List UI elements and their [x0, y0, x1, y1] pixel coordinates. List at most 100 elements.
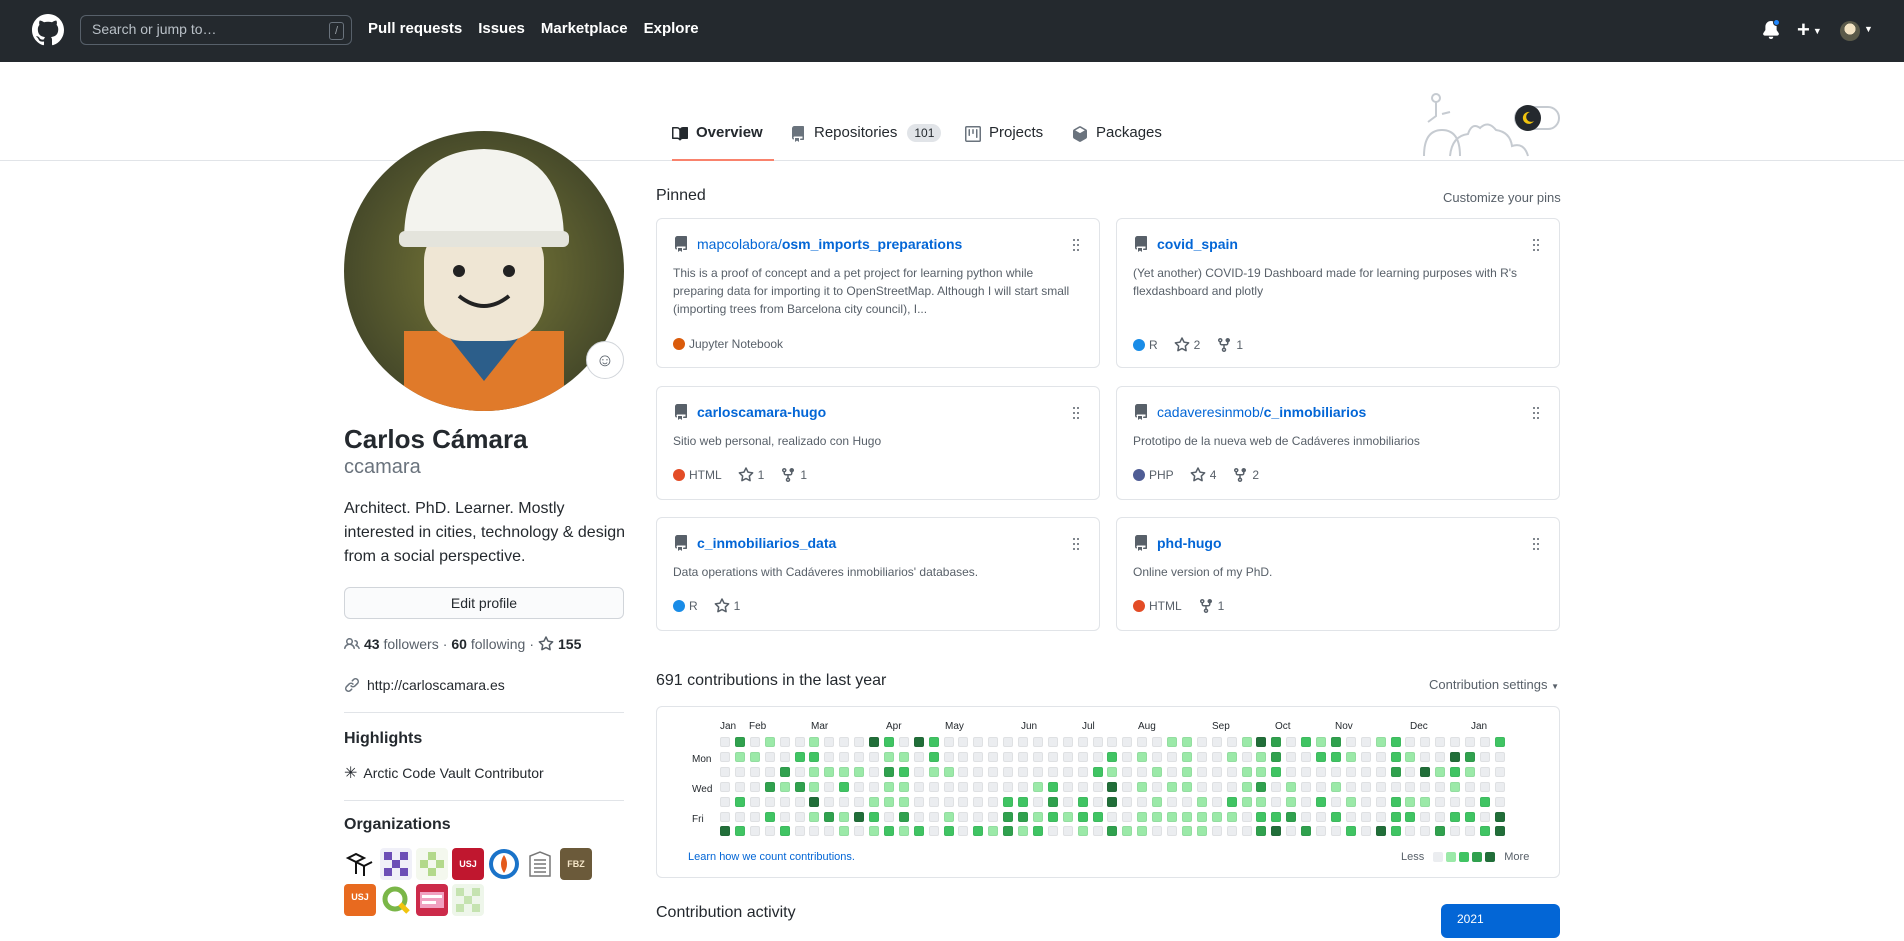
contribution-day[interactable]: [1360, 826, 1371, 837]
contribution-day[interactable]: [958, 811, 969, 822]
contribution-day[interactable]: [1062, 796, 1073, 807]
contribution-day[interactable]: [1316, 751, 1326, 762]
contribution-day[interactable]: [839, 751, 850, 762]
contribution-day[interactable]: [1211, 737, 1222, 747]
contribution-day[interactable]: [749, 751, 760, 762]
contribution-day[interactable]: [839, 737, 850, 747]
contribution-day[interactable]: [749, 811, 760, 822]
contribution-day[interactable]: [1152, 826, 1163, 837]
contribution-day[interactable]: [1032, 737, 1043, 747]
contribution-day[interactable]: [1286, 766, 1297, 777]
contribution-day[interactable]: [1092, 811, 1103, 822]
contribution-day[interactable]: [988, 737, 999, 747]
contribution-day[interactable]: [1390, 766, 1401, 777]
contribution-day[interactable]: [794, 751, 805, 762]
contribution-day[interactable]: [1226, 766, 1237, 777]
contribution-day[interactable]: [1375, 781, 1386, 792]
contribution-day[interactable]: [1018, 796, 1028, 807]
contribution-day[interactable]: [1122, 781, 1133, 792]
contribution-day[interactable]: [1181, 737, 1192, 747]
contribution-day[interactable]: [1181, 811, 1192, 822]
contribution-day[interactable]: [839, 781, 850, 792]
org-avatar[interactable]: [416, 884, 448, 916]
contribution-day[interactable]: [958, 766, 969, 777]
contribution-day[interactable]: [1360, 811, 1371, 822]
nav-explore[interactable]: Explore: [644, 20, 699, 37]
contribution-day[interactable]: [1062, 811, 1073, 822]
contribution-day[interactable]: [1047, 826, 1058, 837]
contribution-day[interactable]: [988, 796, 999, 807]
org-avatar[interactable]: [452, 884, 484, 916]
contribution-day[interactable]: [1003, 796, 1014, 807]
contribution-day[interactable]: [1479, 781, 1490, 792]
contribution-day[interactable]: [883, 751, 894, 762]
contribution-day[interactable]: [1316, 826, 1326, 837]
contribution-day[interactable]: [1330, 826, 1341, 837]
contribution-day[interactable]: [1345, 811, 1356, 822]
contribution-day[interactable]: [1420, 796, 1431, 807]
contribution-day[interactable]: [1345, 751, 1356, 762]
contribution-day[interactable]: [973, 766, 984, 777]
contribution-day[interactable]: [988, 766, 999, 777]
contribution-day[interactable]: [943, 796, 954, 807]
contribution-day[interactable]: [1196, 811, 1207, 822]
contribution-day[interactable]: [1465, 781, 1475, 792]
contribution-day[interactable]: [764, 766, 775, 777]
contribution-day[interactable]: [869, 811, 879, 822]
tab-packages[interactable]: Packages: [1072, 124, 1162, 161]
contribution-day[interactable]: [1450, 811, 1461, 822]
contribution-day[interactable]: [1375, 796, 1386, 807]
contribution-day[interactable]: [854, 751, 865, 762]
tab-repositories[interactable]: Repositories 101: [790, 124, 942, 161]
contribution-day[interactable]: [1375, 826, 1386, 837]
contribution-day[interactable]: [1360, 781, 1371, 792]
contribution-day[interactable]: [1196, 796, 1207, 807]
contribution-day[interactable]: [883, 737, 894, 747]
contribution-day[interactable]: [824, 766, 835, 777]
contribution-day[interactable]: [1167, 766, 1177, 777]
contribution-day[interactable]: [898, 737, 909, 747]
contribution-day[interactable]: [1032, 751, 1043, 762]
tab-overview[interactable]: Overview: [672, 124, 774, 161]
contribution-day[interactable]: [1390, 796, 1401, 807]
contribution-day[interactable]: [1465, 796, 1475, 807]
contribution-day[interactable]: [898, 811, 909, 822]
contribution-day[interactable]: [1479, 826, 1490, 837]
contribution-day[interactable]: [854, 796, 865, 807]
contribution-day[interactable]: [1330, 811, 1341, 822]
contribution-day[interactable]: [839, 826, 850, 837]
contribution-day[interactable]: [734, 826, 745, 837]
contribution-day[interactable]: [720, 781, 730, 792]
contribution-day[interactable]: [928, 796, 939, 807]
contribution-day[interactable]: [1494, 796, 1505, 807]
contribution-day[interactable]: [1479, 751, 1490, 762]
contribution-day[interactable]: [1092, 751, 1103, 762]
repo-link[interactable]: covid_spain: [1157, 236, 1238, 252]
contribution-day[interactable]: [1494, 826, 1505, 837]
contribution-day[interactable]: [779, 826, 790, 837]
year-2021-button[interactable]: 2021: [1441, 904, 1560, 938]
contribution-day[interactable]: [1241, 751, 1252, 762]
contribution-day[interactable]: [1107, 811, 1118, 822]
contribution-day[interactable]: [988, 751, 999, 762]
contribution-day[interactable]: [1137, 751, 1148, 762]
contribution-day[interactable]: [1301, 766, 1312, 777]
contribution-day[interactable]: [1047, 796, 1058, 807]
contribution-day[interactable]: [1122, 796, 1133, 807]
contribution-day[interactable]: [1137, 811, 1148, 822]
contribution-day[interactable]: [1271, 826, 1282, 837]
contribution-day[interactable]: [1271, 766, 1282, 777]
contribution-day[interactable]: [1211, 796, 1222, 807]
contribution-day[interactable]: [1316, 811, 1326, 822]
contribution-day[interactable]: [1330, 766, 1341, 777]
contribution-day[interactable]: [854, 766, 865, 777]
contribution-day[interactable]: [794, 811, 805, 822]
contribution-settings-dropdown[interactable]: Contribution settings ▼: [1429, 677, 1559, 692]
contribution-day[interactable]: [839, 766, 850, 777]
contribution-day[interactable]: [1494, 781, 1505, 792]
contribution-day[interactable]: [1196, 737, 1207, 747]
contribution-day[interactable]: [1211, 766, 1222, 777]
contribution-day[interactable]: [1345, 737, 1356, 747]
contribution-day[interactable]: [1271, 751, 1282, 762]
contribution-day[interactable]: [988, 781, 999, 792]
